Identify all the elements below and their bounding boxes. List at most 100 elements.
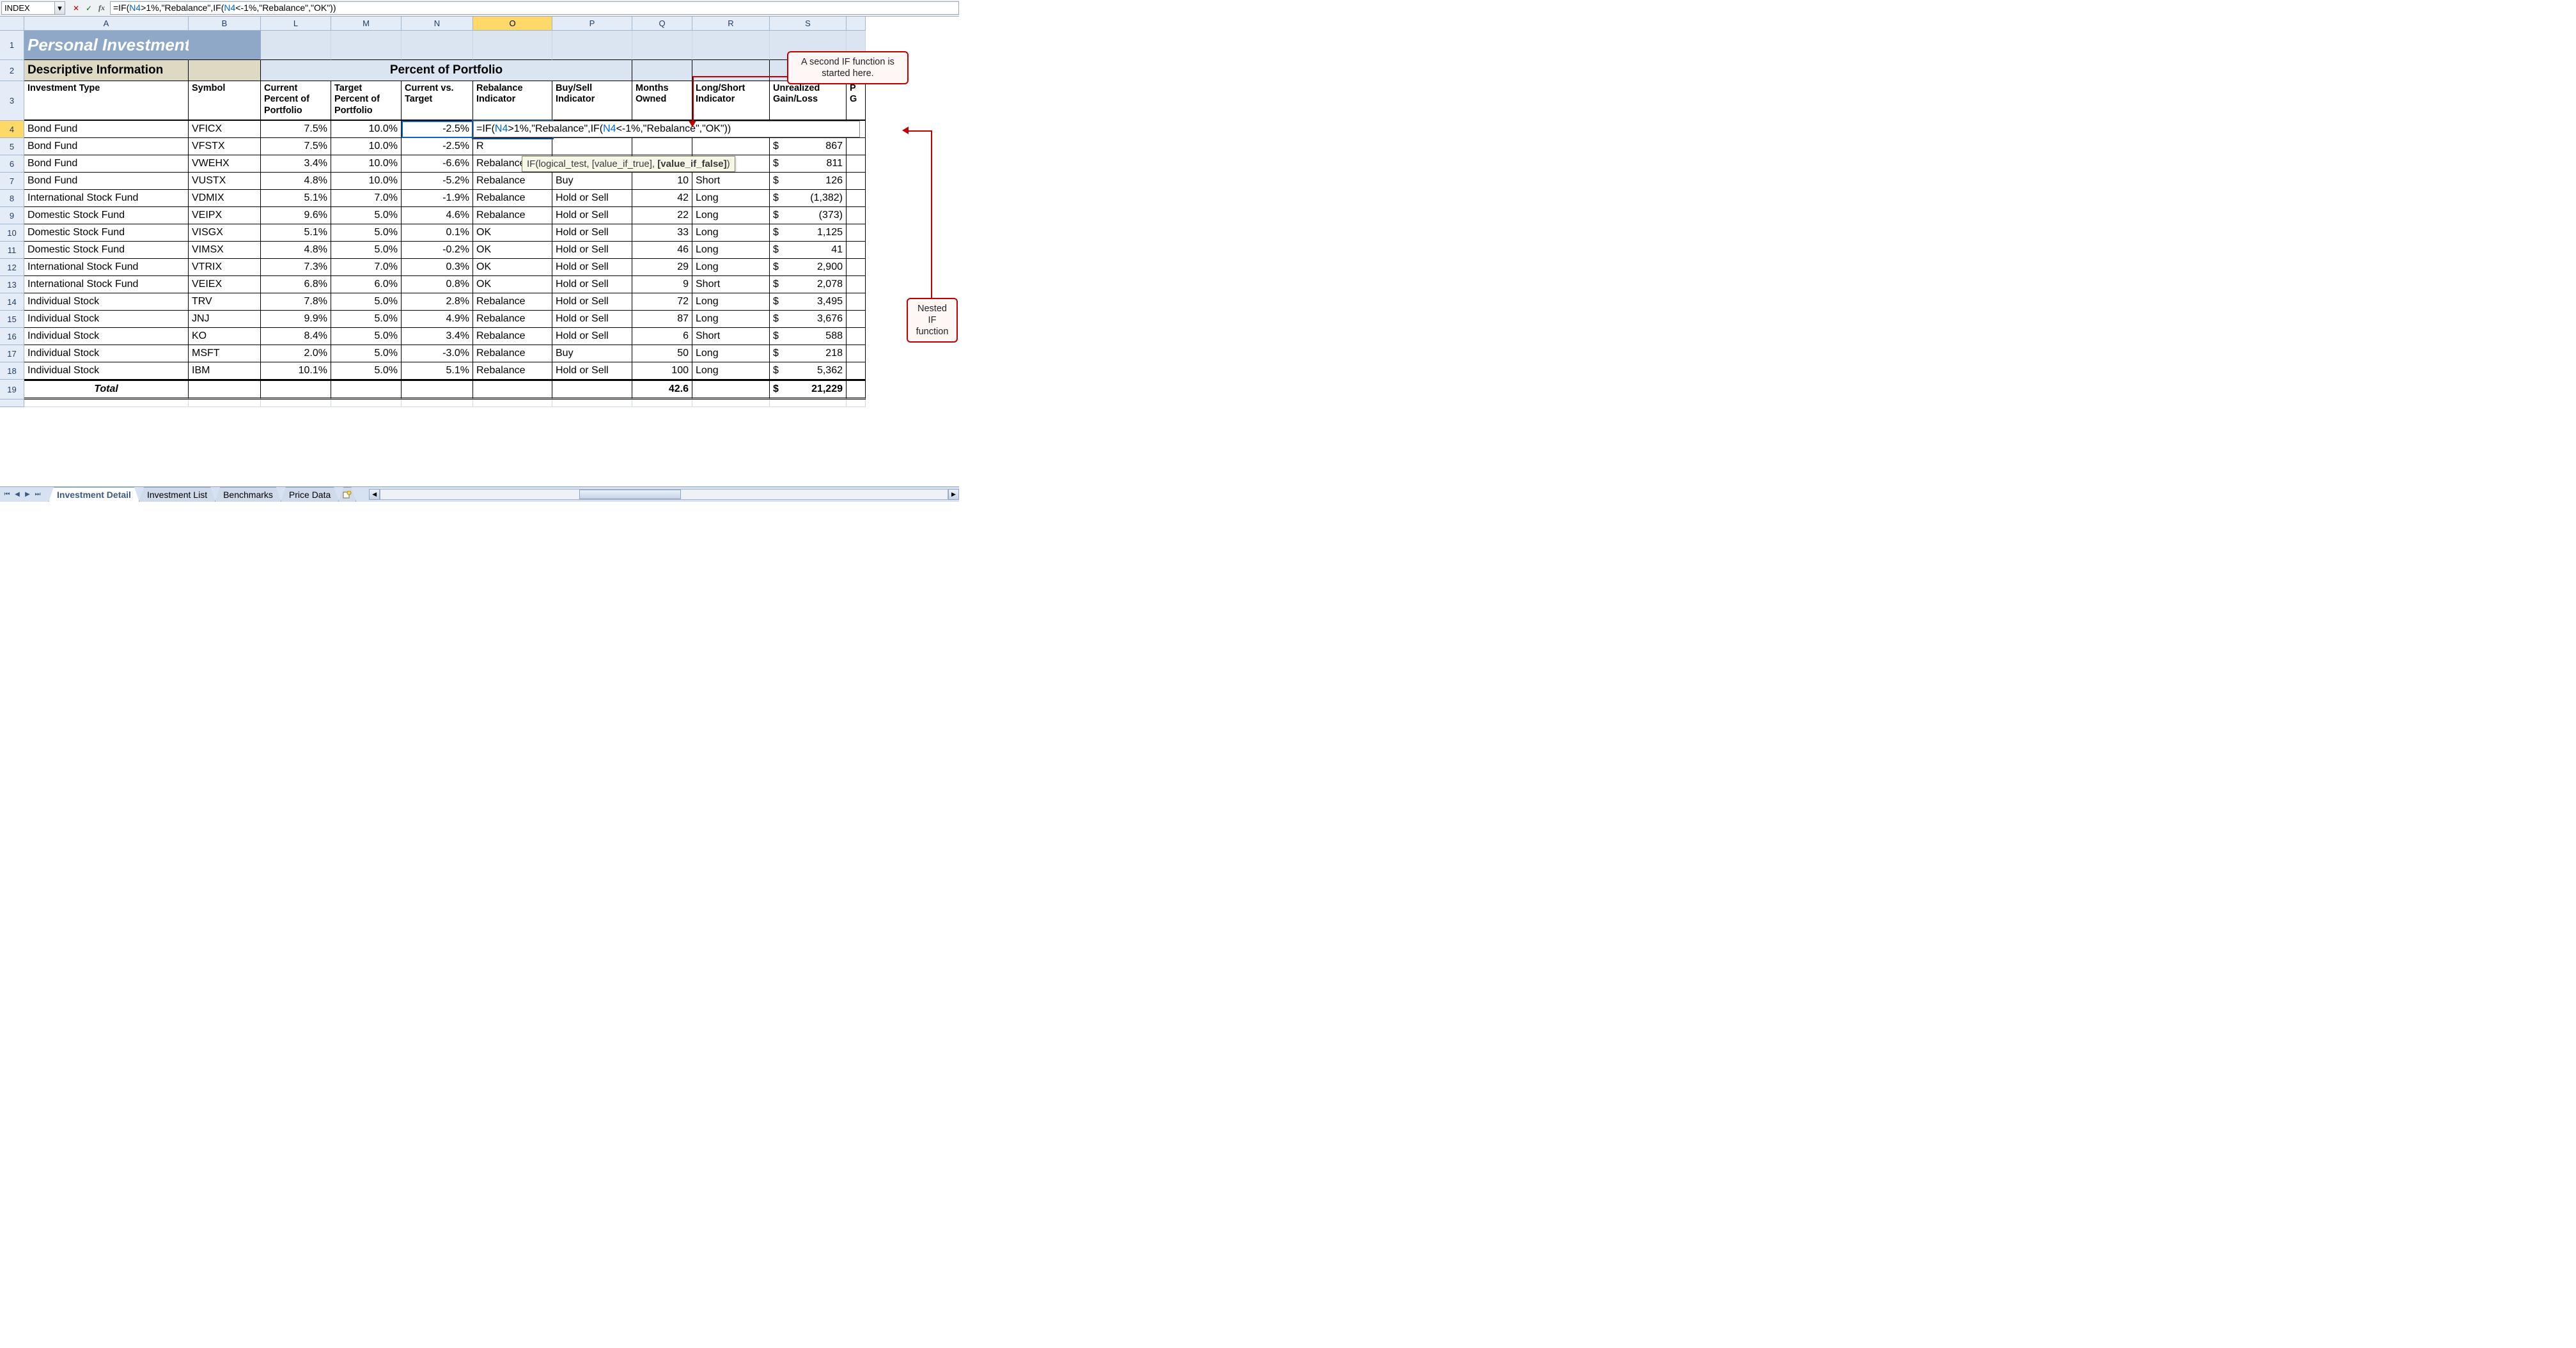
row-header-17[interactable]: 17 — [0, 345, 24, 362]
cell-S17[interactable]: $218 — [770, 345, 847, 362]
cell-R11[interactable]: Long — [692, 242, 770, 259]
cell[interactable] — [847, 399, 866, 407]
cell-O8[interactable]: Rebalance — [473, 190, 552, 207]
cell-L5[interactable]: 7.5% — [261, 138, 331, 155]
cell-N14[interactable]: 2.8% — [402, 293, 473, 311]
section-percent[interactable]: Percent of Portfolio — [261, 60, 632, 81]
cell-N8[interactable]: -1.9% — [402, 190, 473, 207]
cell-A14[interactable]: Individual Stock — [24, 293, 189, 311]
cell[interactable] — [473, 31, 552, 60]
cell[interactable] — [552, 399, 632, 407]
cell-B12[interactable]: VTRIX — [189, 259, 261, 276]
cell-T6[interactable] — [847, 155, 866, 173]
col-header-T[interactable]: P G — [847, 81, 866, 121]
cell-A17[interactable]: Individual Stock — [24, 345, 189, 362]
cell-P12[interactable]: Hold or Sell — [552, 259, 632, 276]
cell[interactable] — [402, 380, 473, 399]
cell-A8[interactable]: International Stock Fund — [24, 190, 189, 207]
cell[interactable] — [189, 31, 261, 60]
cell[interactable] — [261, 380, 331, 399]
cell[interactable] — [692, 60, 770, 81]
cell-A16[interactable]: Individual Stock — [24, 328, 189, 345]
col-header-N[interactable]: Current vs. Target — [402, 81, 473, 121]
cell-N7[interactable]: -5.2% — [402, 173, 473, 190]
cell[interactable] — [552, 380, 632, 399]
sheet-tab-investment-list[interactable]: Investment List — [139, 487, 215, 502]
cell-S7[interactable]: $126 — [770, 173, 847, 190]
cell-S15[interactable]: $3,676 — [770, 311, 847, 328]
cell-P18[interactable]: Hold or Sell — [552, 362, 632, 380]
cell-Q15[interactable]: 87 — [632, 311, 692, 328]
cell-A6[interactable]: Bond Fund — [24, 155, 189, 173]
cell-P11[interactable]: Hold or Sell — [552, 242, 632, 259]
cell-T18[interactable] — [847, 362, 866, 380]
cell-A10[interactable]: Domestic Stock Fund — [24, 224, 189, 242]
tab-nav-prev-icon[interactable]: ◀ — [13, 490, 22, 499]
cell-Q13[interactable]: 9 — [632, 276, 692, 293]
cell-T8[interactable] — [847, 190, 866, 207]
cell-B11[interactable]: VIMSX — [189, 242, 261, 259]
column-header-S[interactable]: S — [770, 17, 847, 31]
col-header-M[interactable]: Target Percent of Portfolio — [331, 81, 402, 121]
cell-Q11[interactable]: 46 — [632, 242, 692, 259]
cell-A12[interactable]: International Stock Fund — [24, 259, 189, 276]
cell-O12[interactable]: OK — [473, 259, 552, 276]
row-header-4[interactable]: 4 — [0, 121, 24, 138]
cell[interactable] — [632, 60, 692, 81]
cell[interactable] — [24, 399, 189, 407]
cell-L11[interactable]: 4.8% — [261, 242, 331, 259]
cell[interactable] — [473, 380, 552, 399]
cell-S13[interactable]: $2,078 — [770, 276, 847, 293]
title-cell[interactable]: Personal Investment — [24, 31, 189, 60]
cell-R18[interactable]: Long — [692, 362, 770, 380]
row-header-19[interactable]: 19 — [0, 380, 24, 399]
cell-O11[interactable]: OK — [473, 242, 552, 259]
cell-M17[interactable]: 5.0% — [331, 345, 402, 362]
cell-R8[interactable]: Long — [692, 190, 770, 207]
cell-S18[interactable]: $5,362 — [770, 362, 847, 380]
cell-Q14[interactable]: 72 — [632, 293, 692, 311]
cell-A9[interactable]: Domestic Stock Fund — [24, 207, 189, 224]
cell-T7[interactable] — [847, 173, 866, 190]
row-header-1[interactable]: 1 — [0, 31, 24, 60]
column-header-T[interactable] — [847, 17, 866, 31]
sheet-tab-price-data[interactable]: Price Data — [281, 487, 339, 502]
cell-T11[interactable] — [847, 242, 866, 259]
cell-A4[interactable]: Bond Fund — [24, 121, 189, 138]
cell-O10[interactable]: OK — [473, 224, 552, 242]
cell-A11[interactable]: Domestic Stock Fund — [24, 242, 189, 259]
column-header-B[interactable]: B — [189, 17, 261, 31]
cell-B16[interactable]: KO — [189, 328, 261, 345]
cell[interactable] — [331, 31, 402, 60]
cell-N4[interactable]: -2.5% — [402, 121, 473, 138]
cell-P8[interactable]: Hold or Sell — [552, 190, 632, 207]
cancel-button[interactable]: ✕ — [70, 3, 82, 14]
cell-O15[interactable]: Rebalance — [473, 311, 552, 328]
scroll-left-button[interactable]: ◀ — [369, 489, 380, 500]
cell-S12[interactable]: $2,900 — [770, 259, 847, 276]
row-header-12[interactable]: 12 — [0, 259, 24, 276]
cell-O16[interactable]: Rebalance — [473, 328, 552, 345]
cell-Q5[interactable] — [632, 138, 692, 155]
cell-R17[interactable]: Long — [692, 345, 770, 362]
cell-O7[interactable]: Rebalance — [473, 173, 552, 190]
cell-T9[interactable] — [847, 207, 866, 224]
cell-Q17[interactable]: 50 — [632, 345, 692, 362]
cell-P17[interactable]: Buy — [552, 345, 632, 362]
tab-nav-first-icon[interactable]: ⏮ — [3, 490, 12, 499]
cell-L9[interactable]: 9.6% — [261, 207, 331, 224]
cell[interactable] — [847, 380, 866, 399]
row-header-16[interactable]: 16 — [0, 328, 24, 345]
cell-T13[interactable] — [847, 276, 866, 293]
cell-B9[interactable]: VEIPX — [189, 207, 261, 224]
col-header-A[interactable]: Investment Type — [24, 81, 189, 121]
row-header-15[interactable]: 15 — [0, 311, 24, 328]
horizontal-scrollbar[interactable]: ◀ ▶ — [369, 487, 959, 502]
cell-Q16[interactable]: 6 — [632, 328, 692, 345]
cell-Q7[interactable]: 10 — [632, 173, 692, 190]
cell-S6[interactable]: $811 — [770, 155, 847, 173]
row-header-2[interactable]: 2 — [0, 60, 24, 81]
cell[interactable] — [189, 60, 261, 81]
cell-N13[interactable]: 0.8% — [402, 276, 473, 293]
tab-nav-next-icon[interactable]: ▶ — [23, 490, 32, 499]
